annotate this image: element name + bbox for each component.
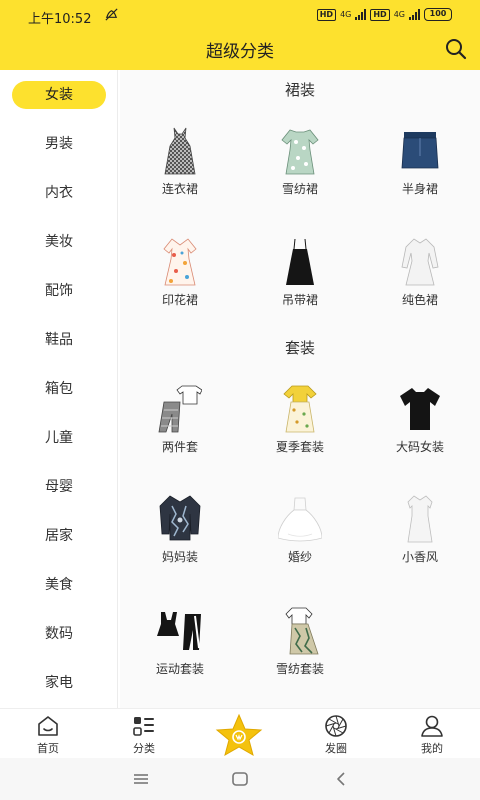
signal-icon	[409, 9, 420, 20]
category-content: 裙装 连衣裙 雪纺裙 半身裙 印花裙 吊带裙 纯色裙 套装 两件套 夏季套装 大…	[120, 70, 480, 708]
status-time: 上午10:52	[28, 12, 92, 27]
sidebar-item-digital[interactable]: 数码	[12, 620, 106, 648]
sidebar-item-appliances[interactable]: 家电	[12, 669, 106, 697]
category-tile[interactable]: 雪纺裙	[240, 126, 360, 226]
category-tile[interactable]: 大码女装	[360, 384, 480, 484]
nav-label: 我的	[421, 742, 443, 755]
chiffon-set-icon	[285, 607, 319, 655]
category-tile[interactable]: 运动套装	[120, 606, 240, 706]
tile-label: 吊带裙	[281, 293, 318, 307]
shutter-icon	[325, 715, 347, 737]
network-label: 4G	[340, 10, 352, 19]
category-icon	[133, 717, 154, 736]
nav-home[interactable]: 首页	[0, 709, 96, 759]
category-tile[interactable]: 婚纱	[240, 494, 360, 594]
home-square-icon[interactable]	[230, 769, 250, 789]
section-title-sets: 套装	[284, 339, 315, 357]
tweed-dress-icon	[407, 495, 433, 543]
tile-label: 雪纺裙	[281, 182, 318, 196]
white-dress-icon	[401, 238, 439, 286]
back-icon[interactable]	[331, 769, 351, 789]
tile-label: 印花裙	[161, 293, 198, 307]
sidebar-item-bags[interactable]: 箱包	[12, 375, 106, 403]
category-tile[interactable]: 妈妈装	[120, 494, 240, 594]
tile-label: 婚纱	[287, 550, 312, 564]
summer-set-icon	[283, 385, 317, 433]
sidebar-item-accessories[interactable]: 配饰	[12, 277, 106, 305]
category-tile[interactable]: 两件套	[120, 384, 240, 484]
tile-label: 半身裙	[401, 182, 438, 196]
nav-label: 发圈	[325, 742, 347, 755]
tile-label: 雪纺套装	[275, 662, 324, 676]
tile-label: 两件套	[161, 440, 198, 454]
bottom-nav: 首页 分类 发圈 我的	[0, 708, 480, 758]
sidebar-item-beauty[interactable]: 美妆	[12, 228, 106, 256]
sidebar-item-baby[interactable]: 母婴	[12, 473, 106, 501]
mom-blouse-icon	[159, 495, 201, 541]
top-header: 上午10:52 HD 4G HD 4G 100 超级分类	[0, 0, 480, 70]
slip-dress-icon	[286, 238, 314, 285]
home-icon	[38, 716, 58, 736]
status-bar: 上午10:52 HD 4G HD 4G 100	[0, 0, 480, 30]
menu-icon[interactable]	[131, 769, 151, 789]
print-dress-icon	[163, 238, 197, 286]
status-indicators: HD 4G HD 4G 100	[316, 8, 452, 21]
nav-category[interactable]: 分类	[96, 709, 192, 759]
sport-set-icon	[157, 612, 201, 650]
silent-mode-icon	[105, 8, 118, 21]
two-piece-icon	[158, 385, 202, 433]
section-title-dresses: 裙装	[284, 81, 315, 99]
category-tile[interactable]: 纯色裙	[360, 237, 480, 337]
category-tile[interactable]: 印花裙	[120, 237, 240, 337]
sidebar-item-women[interactable]: 女装	[12, 81, 106, 109]
system-nav-bar	[0, 758, 480, 800]
tile-label: 大码女装	[395, 440, 444, 454]
nav-label: 分类	[133, 742, 155, 755]
sidebar-item-home[interactable]: 居家	[12, 522, 106, 550]
nav-profile[interactable]: 我的	[384, 709, 480, 759]
battery-icon: 100	[424, 8, 452, 21]
hd-badge: HD	[370, 8, 390, 21]
floral-dress-icon	[281, 129, 319, 175]
sidebar-item-men[interactable]: 男装	[12, 130, 106, 158]
tile-label: 夏季套装	[275, 440, 324, 454]
category-tile[interactable]: 吊带裙	[240, 237, 360, 337]
sidebar-item-underwear[interactable]: 内衣	[12, 179, 106, 207]
search-icon[interactable]	[444, 37, 468, 61]
network-label: 4G	[393, 10, 405, 19]
sidebar-item-kids[interactable]: 儿童	[12, 424, 106, 452]
category-tile[interactable]: 连衣裙	[120, 126, 240, 226]
signal-icon	[355, 9, 367, 20]
category-tile[interactable]: 半身裙	[360, 126, 480, 226]
tile-label: 纯色裙	[401, 293, 438, 307]
category-tile[interactable]: 夏季套装	[240, 384, 360, 484]
tile-label: 小香风	[401, 550, 438, 564]
tile-label: 运动套装	[155, 662, 204, 676]
category-tile[interactable]: 小香风	[360, 494, 480, 594]
category-sidebar: 女装 男装 内衣 美妆 配饰 鞋品 箱包 儿童 母婴 居家 美食 数码 家电	[0, 70, 118, 708]
category-tile[interactable]: 雪纺套装	[240, 606, 360, 706]
star-icon[interactable]	[214, 713, 264, 757]
nav-label: 首页	[37, 742, 59, 755]
black-tee-icon	[400, 388, 440, 430]
checked-dress-icon	[164, 127, 196, 175]
nav-moments[interactable]: 发圈	[288, 709, 384, 759]
tile-label: 妈妈装	[161, 550, 198, 564]
sidebar-item-food[interactable]: 美食	[12, 571, 106, 599]
hd-badge: HD	[316, 8, 337, 21]
sidebar-item-shoes[interactable]: 鞋品	[12, 326, 106, 354]
page-title: 超级分类	[206, 42, 274, 62]
user-icon	[421, 715, 443, 737]
wedding-dress-icon	[278, 497, 322, 542]
tile-label: 连衣裙	[161, 182, 198, 196]
denim-skirt-icon	[401, 132, 439, 169]
